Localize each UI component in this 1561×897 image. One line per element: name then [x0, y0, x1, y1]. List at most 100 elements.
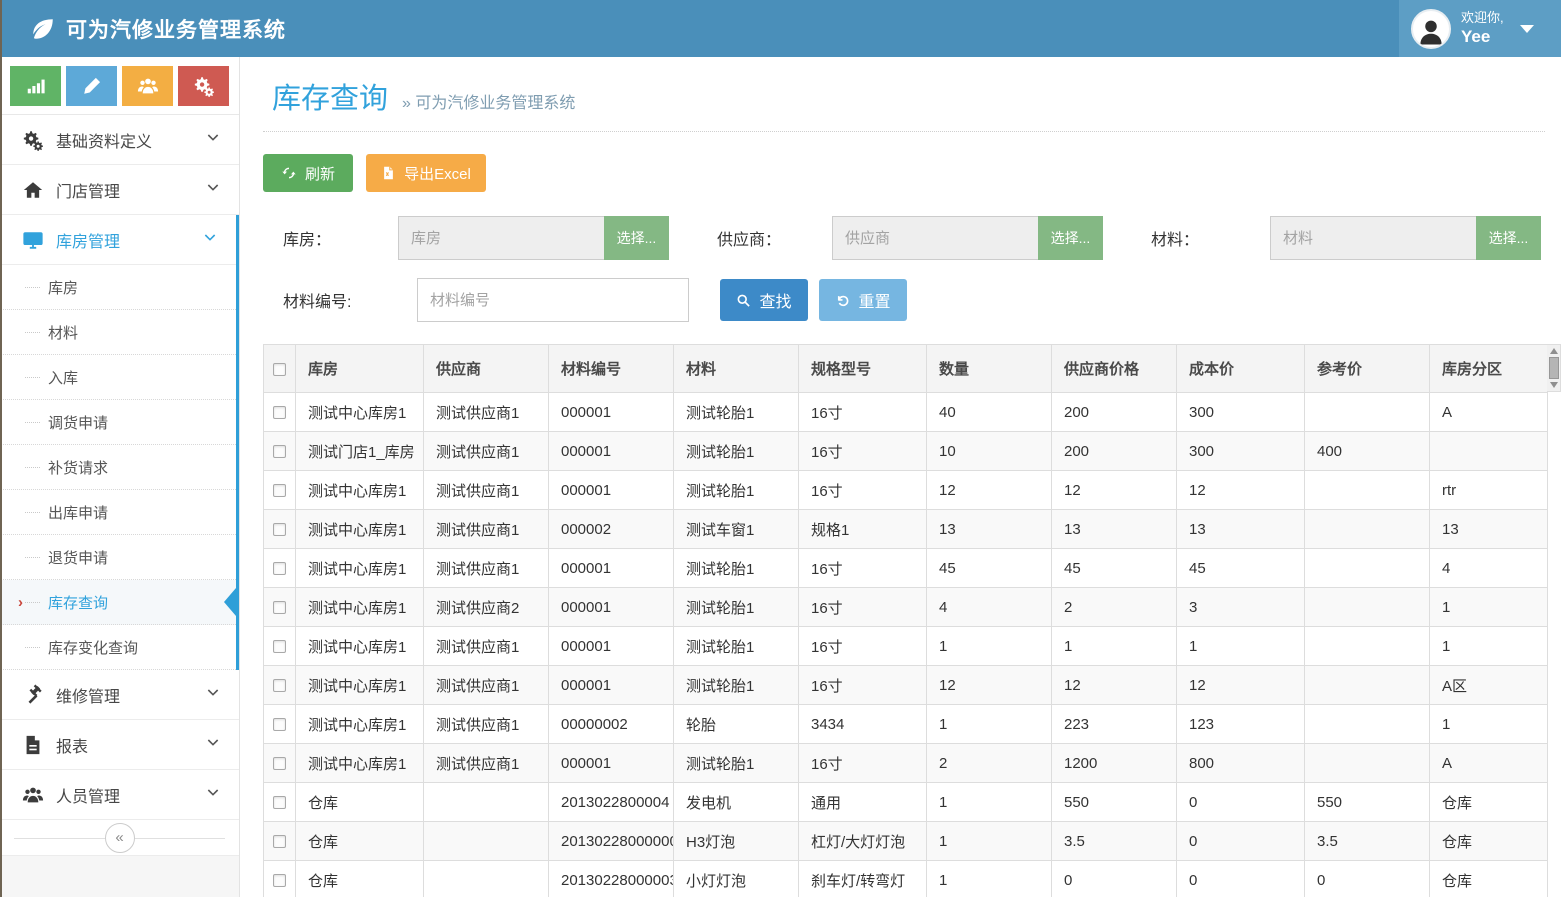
user-menu[interactable]: 欢迎你, Yee	[1399, 0, 1561, 57]
search-button[interactable]: 查找	[720, 279, 808, 321]
table-row[interactable]: 测试中心库房1测试供应商2000001测试轮胎116寸4231	[264, 588, 1548, 627]
column-header-3[interactable]: 材料编号	[549, 345, 674, 393]
row-checkbox-cell	[264, 393, 296, 432]
shortcut-settings-button[interactable]	[178, 66, 229, 106]
table-row[interactable]: 仓库20130228000000H3灯泡杠灯/大灯灯泡13.503.5仓库	[264, 822, 1548, 861]
table-row[interactable]: 测试中心库房1测试供应商1000002测试车窗1规格113131313	[264, 510, 1548, 549]
column-header-1[interactable]: 库房	[296, 345, 424, 393]
supplier-select-button[interactable]: 选择...	[1038, 216, 1103, 260]
cell: 测试供应商1	[424, 549, 549, 588]
table-row[interactable]: 测试中心库房1测试供应商1000001测试轮胎116寸121212rtr	[264, 471, 1548, 510]
cell: 1	[1052, 627, 1177, 666]
row-checkbox[interactable]	[273, 640, 286, 653]
shortcut-edit-button[interactable]	[66, 66, 117, 106]
row-checkbox[interactable]	[273, 601, 286, 614]
table-row[interactable]: 测试中心库房1测试供应商1000001测试轮胎116寸21200800A	[264, 744, 1548, 783]
row-checkbox[interactable]	[273, 484, 286, 497]
sidebar-subitem-2[interactable]: 材料	[0, 310, 236, 355]
table-row[interactable]: 测试中心库房1测试供应商1000001测试轮胎116寸4545454	[264, 549, 1548, 588]
sidebar-subitem-4[interactable]: 调货申请	[0, 400, 236, 445]
sidebar-subitem-label: 库房	[48, 277, 78, 298]
row-checkbox[interactable]	[273, 796, 286, 809]
reset-label: 重置	[858, 288, 890, 312]
sidebar-item-label: 人员管理	[56, 783, 120, 807]
table-row[interactable]: 测试门店1_库房测试供应商1000001测试轮胎116寸10200300400	[264, 432, 1548, 471]
cell	[424, 783, 549, 822]
shortcut-users-button[interactable]	[122, 66, 173, 106]
material-no-input[interactable]	[417, 278, 689, 322]
cell: 测试供应商1	[424, 744, 549, 783]
sidebar-item-base-data[interactable]: 基础资料定义	[0, 115, 239, 165]
row-checkbox[interactable]	[273, 562, 286, 575]
cell: 测试轮胎1	[674, 666, 799, 705]
row-checkbox[interactable]	[273, 835, 286, 848]
shortcut-chart-button[interactable]	[10, 66, 61, 106]
sidebar-item-repair-mgmt[interactable]: 维修管理	[0, 670, 239, 720]
sidebar-subitem-label: 出库申请	[48, 502, 108, 523]
sidebar-item-label: 报表	[56, 733, 88, 757]
material-input[interactable]	[1270, 216, 1477, 260]
file-icon	[22, 734, 44, 756]
pencil-icon	[81, 75, 103, 97]
table-row[interactable]: 测试中心库房1测试供应商1000001测试轮胎116寸40200300A	[264, 393, 1548, 432]
chevron-down-icon	[205, 179, 221, 200]
cell: 测试中心库房1	[296, 666, 424, 705]
sidebar-item-warehouse-mgmt[interactable]: 库房管理	[0, 215, 236, 265]
reset-button[interactable]: 重置	[819, 279, 907, 321]
scroll-thumb[interactable]	[1549, 357, 1559, 379]
material-select-button[interactable]: 选择...	[1476, 216, 1541, 260]
table-row[interactable]: 仓库2013022800004发电机通用15500550仓库	[264, 783, 1548, 822]
column-header-5[interactable]: 规格型号	[799, 345, 927, 393]
table-row[interactable]: 测试中心库房1测试供应商100000002轮胎343412231231	[264, 705, 1548, 744]
sidebar-subitem-5[interactable]: 补货请求	[0, 445, 236, 490]
refresh-button[interactable]: 刷新	[263, 154, 353, 192]
sidebar-item-reports[interactable]: 报表	[0, 720, 239, 770]
column-header-2[interactable]: 供应商	[424, 345, 549, 393]
row-checkbox[interactable]	[273, 718, 286, 731]
table-row[interactable]: 测试中心库房1测试供应商1000001测试轮胎116寸1111	[264, 627, 1548, 666]
sidebar-subitem-9[interactable]: 库存变化查询	[0, 625, 236, 670]
scroll-down-icon[interactable]	[1550, 382, 1558, 388]
select-all-checkbox[interactable]	[273, 363, 286, 376]
scroll-up-icon[interactable]	[1550, 348, 1558, 354]
sidebar-item-store-mgmt[interactable]: 门店管理	[0, 165, 239, 215]
warehouse-input[interactable]	[398, 216, 605, 260]
cell: 16寸	[799, 588, 927, 627]
row-checkbox[interactable]	[273, 679, 286, 692]
column-header-7[interactable]: 供应商价格	[1052, 345, 1177, 393]
cell: 规格1	[799, 510, 927, 549]
column-header-6[interactable]: 数量	[927, 345, 1052, 393]
column-header-8[interactable]: 成本价	[1177, 345, 1305, 393]
column-header-10[interactable]: 库房分区	[1430, 345, 1548, 393]
sidebar-collapse-button[interactable]: «	[105, 823, 135, 853]
table-row[interactable]: 仓库20130228000003小灯灯泡刹车灯/转弯灯1000仓库	[264, 861, 1548, 897]
cell: 1	[927, 783, 1052, 822]
row-checkbox[interactable]	[273, 757, 286, 770]
cell: 1	[1430, 705, 1548, 744]
row-checkbox[interactable]	[273, 445, 286, 458]
column-header-4[interactable]: 材料	[674, 345, 799, 393]
cell: H3灯泡	[674, 822, 799, 861]
sidebar-subitem-3[interactable]: 入库	[0, 355, 236, 400]
warehouse-select-button[interactable]: 选择...	[604, 216, 669, 260]
cell: 测试轮胎1	[674, 393, 799, 432]
export-excel-button[interactable]: 导出Excel	[366, 154, 486, 192]
sidebar-item-personnel[interactable]: 人员管理	[0, 770, 239, 820]
sidebar-subitem-8[interactable]: ›库存查询	[0, 580, 236, 625]
search-icon	[736, 293, 751, 308]
sidebar-subitem-7[interactable]: 退货申请	[0, 535, 236, 580]
supplier-input-group: 选择...	[832, 216, 1103, 260]
material-input-group: 选择...	[1270, 216, 1541, 260]
row-checkbox[interactable]	[273, 406, 286, 419]
column-header-9[interactable]: 参考价	[1305, 345, 1430, 393]
welcome-username: Yee	[1461, 26, 1504, 47]
supplier-input[interactable]	[832, 216, 1039, 260]
sidebar-subitem-1[interactable]: 库房	[0, 265, 236, 310]
table-scrollbar[interactable]	[1547, 344, 1561, 392]
cell: 10	[927, 432, 1052, 471]
cell: 测试中心库房1	[296, 549, 424, 588]
row-checkbox[interactable]	[273, 523, 286, 536]
sidebar-subitem-6[interactable]: 出库申请	[0, 490, 236, 535]
table-row[interactable]: 测试中心库房1测试供应商1000001测试轮胎116寸121212A区	[264, 666, 1548, 705]
row-checkbox[interactable]	[273, 874, 286, 887]
